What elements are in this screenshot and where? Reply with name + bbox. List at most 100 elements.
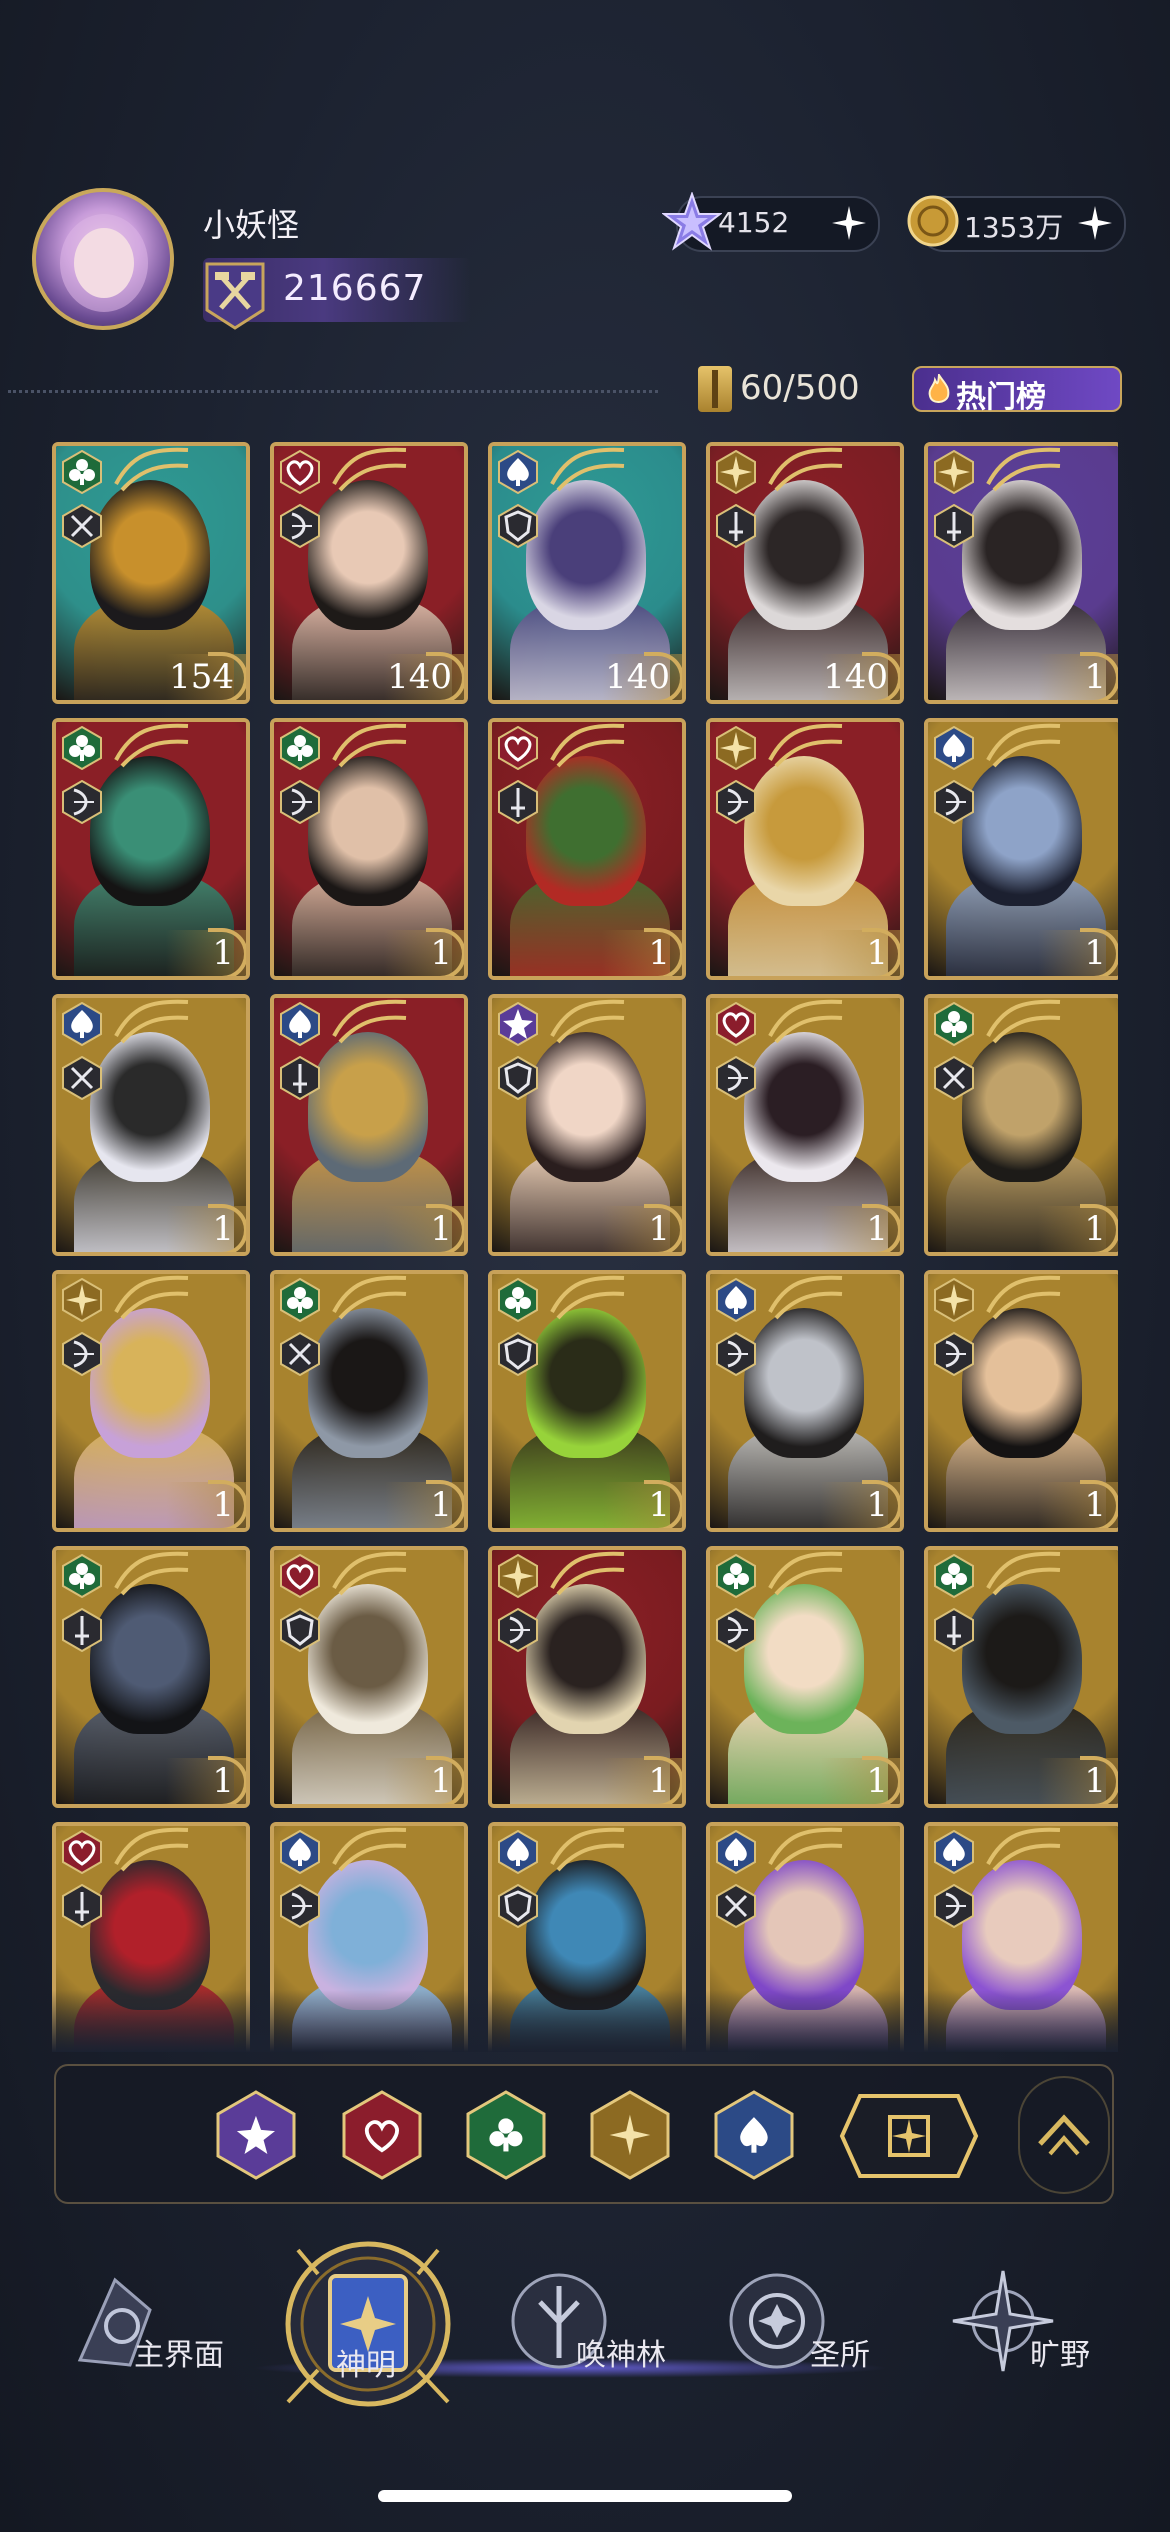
- add-gems-button[interactable]: [830, 204, 868, 242]
- spear-class-icon: [62, 503, 102, 549]
- bow-class-icon: [280, 779, 320, 825]
- god-card[interactable]: 140: [488, 442, 686, 704]
- god-card[interactable]: 1: [270, 1270, 468, 1532]
- spear-class-icon: [280, 1331, 320, 1377]
- card-portrait: [90, 1860, 210, 2010]
- flame-icon: [928, 374, 950, 403]
- spade-suit-icon: [934, 725, 974, 771]
- filter-all-button[interactable]: [838, 2092, 980, 2180]
- grid-fade: [52, 1990, 1118, 2052]
- shield-class-icon: [498, 503, 538, 549]
- heart-suit-icon: [280, 449, 320, 495]
- bow-class-icon: [716, 1331, 756, 1377]
- nav-wilderness[interactable]: 旷野: [930, 2240, 1110, 2410]
- divider: [8, 390, 658, 393]
- heart-suit-icon: [280, 1553, 320, 1599]
- crown-ornament-icon: [768, 1827, 843, 1872]
- god-card[interactable]: 1: [270, 994, 468, 1256]
- god-card[interactable]: 1: [924, 718, 1118, 980]
- god-card[interactable]: 140: [270, 442, 468, 704]
- bottom-nav: 主界面 神明 唤神林 圣所 旷野: [0, 2240, 1170, 2410]
- home-indicator[interactable]: [378, 2490, 792, 2502]
- spade-suit-icon: [280, 1829, 320, 1875]
- heart-suit-icon: [342, 2090, 422, 2180]
- nav-main-label: 主界面: [134, 2338, 224, 2373]
- add-gold-button[interactable]: [1076, 204, 1114, 242]
- crescent-icon: [1080, 1756, 1118, 1804]
- filter-diamond-button[interactable]: [588, 2090, 672, 2180]
- god-card[interactable]: 1: [52, 718, 250, 980]
- filter-heart-button[interactable]: [340, 2090, 424, 2180]
- nav-summon-forest-label: 唤神林: [576, 2338, 666, 2373]
- spear-class-icon: [62, 1055, 102, 1101]
- god-card[interactable]: 1: [924, 442, 1118, 704]
- player-avatar[interactable]: [32, 188, 174, 330]
- crown-ornament-icon: [114, 723, 189, 768]
- god-card[interactable]: 1: [924, 1546, 1118, 1808]
- bow-class-icon: [280, 1883, 320, 1929]
- bow-class-icon: [934, 1883, 974, 1929]
- god-card[interactable]: 1: [52, 1546, 250, 1808]
- god-card[interactable]: 1: [706, 718, 904, 980]
- card-portrait: [962, 1032, 1082, 1182]
- bow-class-icon: [716, 1607, 756, 1653]
- god-card[interactable]: 1: [488, 718, 686, 980]
- crossed-axes-icon: [205, 262, 265, 330]
- filter-spade-button[interactable]: [712, 2090, 796, 2180]
- god-card[interactable]: 1: [706, 1546, 904, 1808]
- heart-suit-icon: [498, 725, 538, 771]
- hot-ranking-button[interactable]: 热门榜: [912, 366, 1122, 415]
- nav-main[interactable]: 主界面: [50, 2240, 224, 2410]
- card-grid: 154 140 140 140 1 1 1 1 1 1 1 1 1 1 1 1 1 1 1 1 1 1 1 1 1: [52, 442, 1118, 2052]
- crown-ornament-icon: [114, 447, 189, 492]
- bow-class-icon: [934, 779, 974, 825]
- club-suit-icon: [280, 725, 320, 771]
- crown-ornament-icon: [332, 1551, 407, 1596]
- god-card[interactable]: 1: [488, 994, 686, 1256]
- god-card[interactable]: 154: [52, 442, 250, 704]
- nav-summon-forest[interactable]: 唤神林: [504, 2240, 674, 2410]
- hot-ranking-label: 热门榜: [956, 380, 1046, 415]
- spade-suit-icon: [280, 1001, 320, 1047]
- crown-ornament-icon: [332, 723, 407, 768]
- club-suit-icon: [280, 1277, 320, 1323]
- collapse-filter-button[interactable]: [1018, 2076, 1110, 2194]
- god-card[interactable]: 1: [488, 1270, 686, 1532]
- god-card[interactable]: 1: [52, 1270, 250, 1532]
- crown-ornament-icon: [768, 447, 843, 492]
- god-card[interactable]: 1: [706, 994, 904, 1256]
- god-card[interactable]: 1: [488, 1546, 686, 1808]
- gods-book-icon: [285, 2241, 451, 2407]
- club-suit-icon: [934, 1001, 974, 1047]
- gem-counter: 4152: [662, 192, 880, 252]
- crescent-icon: [1080, 1204, 1118, 1252]
- crown-ornament-icon: [332, 999, 407, 1044]
- crown-ornament-icon: [768, 723, 843, 768]
- nav-gods[interactable]: 神明: [270, 2240, 460, 2410]
- player-name: 小妖怪: [203, 206, 300, 244]
- crown-ornament-icon: [986, 723, 1061, 768]
- god-card[interactable]: 1: [52, 994, 250, 1256]
- nav-sanctuary[interactable]: 圣所: [720, 2240, 890, 2410]
- gem-star-icon: [662, 192, 722, 251]
- god-card[interactable]: 1: [924, 994, 1118, 1256]
- crown-ornament-icon: [550, 1275, 625, 1320]
- god-card[interactable]: 1: [706, 1270, 904, 1532]
- filter-club-button[interactable]: [464, 2090, 548, 2180]
- shield-class-icon: [280, 1607, 320, 1653]
- card-portrait: [90, 1584, 210, 1734]
- god-card[interactable]: 140: [706, 442, 904, 704]
- heart-suit-icon: [62, 1829, 102, 1875]
- god-card[interactable]: 1: [270, 1546, 468, 1808]
- spear-class-icon: [934, 1055, 974, 1101]
- diamond-suit-icon: [716, 449, 756, 495]
- card-portrait: [744, 756, 864, 906]
- spade-suit-icon: [498, 1829, 538, 1875]
- combat-power-badge: 216667: [203, 258, 471, 330]
- filter-star-button[interactable]: [214, 2090, 298, 2180]
- god-card[interactable]: 1: [270, 718, 468, 980]
- crescent-icon: [1080, 652, 1118, 700]
- club-suit-icon: [934, 1553, 974, 1599]
- crown-ornament-icon: [986, 1551, 1061, 1596]
- god-card[interactable]: 1: [924, 1270, 1118, 1532]
